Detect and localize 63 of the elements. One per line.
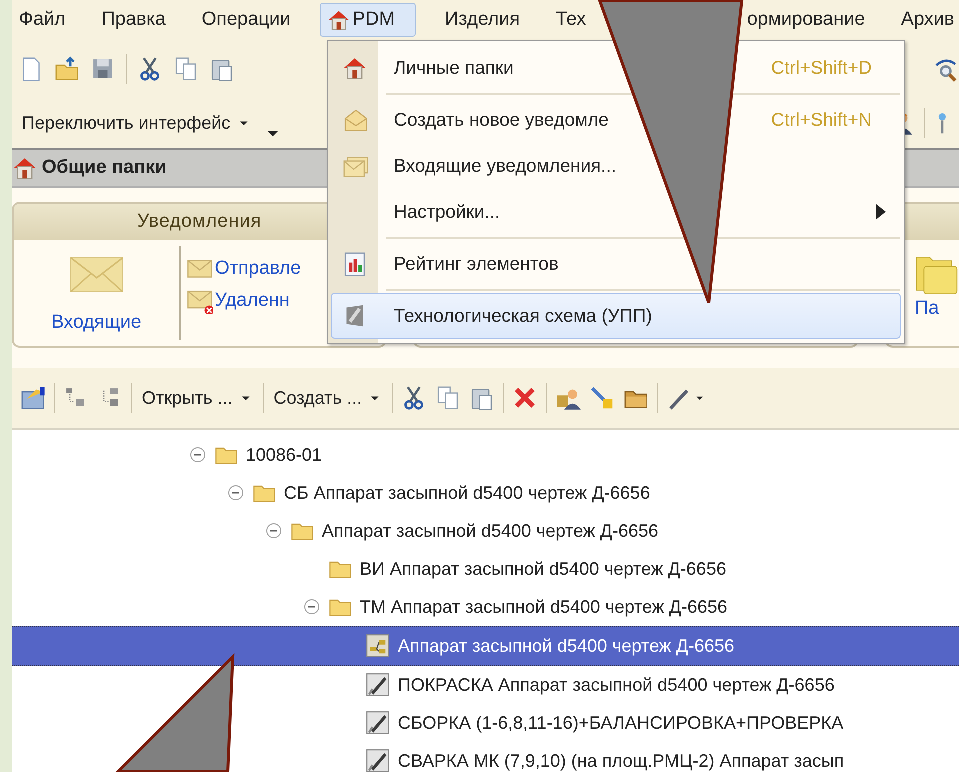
menu-item[interactable]: Архив [894,4,959,36]
tree-label: ВИ Аппарат засыпной d5400 чертеж Д-6656 [360,558,726,580]
menu-label: Входящие уведомления... [393,155,618,177]
chart-icon [342,251,368,277]
menu-label: Технологическая схема (УПП) [393,305,654,327]
menu-item[interactable]: Рейтинг элементов [331,241,901,287]
tree-row[interactable]: ПОКРАСКА Аппарат засыпной d5400 чертеж Д-6656 [12,666,959,704]
tree-label: СБ Аппарат засыпной d5400 чертеж Д-6656 [284,482,650,504]
tree-label: Аппарат засыпной d5400 чертеж Д-6656 [398,636,735,656]
inbox-link[interactable]: Входящие [51,312,142,334]
collapse-icon[interactable] [190,447,206,463]
collapse-icon[interactable] [228,485,244,501]
wand-icon[interactable] [589,385,616,411]
tree-label: ТМ Аппарат засыпной d5400 чертеж Д-6656 [360,596,728,618]
menu-item[interactable]: PDM [320,3,416,37]
deleted-mail-icon [187,288,213,314]
menu-item[interactable]: Создать новое уведомле Ctrl+Shift+N [331,97,901,143]
tree-label: ПОКРАСКА Аппарат засыпной d5400 чертеж Д-6656 [398,674,835,696]
folder-link[interactable]: Удаленн [215,290,290,312]
tree-row[interactable]: ТМ Аппарат засыпной d5400 чертеж Д-6656 [12,588,959,626]
menu-item[interactable]: ормирование [740,4,872,36]
menu-item[interactable]: Личные папки Ctrl+Shift+D [331,45,901,91]
menu-item[interactable]: Технологическая схема (УПП) [331,293,901,339]
menu-item[interactable]: Правка [94,4,173,36]
tree-row[interactable]: СВАРКА МК (7,9,10) (на площ.РМЦ-2) Аппарат засып [12,742,959,772]
menu-label: Настройки... [393,201,502,223]
tree-label: СВАРКА МК (7,9,10) (на площ.РМЦ-2) Аппарат засып [398,750,844,772]
tree-row[interactable]: 10086-01 [12,436,959,474]
menu-item[interactable]: Файл [12,4,73,36]
scheme-icon [366,634,390,658]
submenu-arrow-icon [876,204,886,220]
properties-icon[interactable] [20,385,46,411]
menu-item[interactable]: Изделия [438,4,527,36]
collapse-icon[interactable] [266,523,282,539]
window-title: Общие папки [42,157,167,179]
menu-item[interactable]: Тех [549,4,594,36]
pen-icon [366,673,390,697]
shortcut-label: Ctrl+Shift+N [771,109,873,131]
tree-row[interactable]: ВИ Аппарат засыпной d5400 чертеж Д-6656 [12,550,959,588]
pen-icon [366,711,390,735]
menu-item[interactable]: Входящие уведомления... [331,143,901,189]
folder-link[interactable]: Отправле [215,258,302,280]
menu-item[interactable]: Операции [194,4,298,36]
tree-label: 10086-01 [246,444,322,466]
envelope-icon [342,107,368,133]
pen-icon [366,749,390,772]
open-folder-icon[interactable] [54,56,80,82]
tree-label: СБОРКА (1-6,8,11-16)+БАЛАНСИРОВКА+ПРОВЕРКА [398,712,844,734]
open-button[interactable]: Открыть ... [140,386,255,410]
collapse-icon[interactable] [304,599,320,615]
menu-label: Рейтинг элементов [393,253,560,275]
tree-row[interactable]: СБОРКА (1-6,8,11-16)+БАЛАНСИРОВКА+ПРОВЕРКА [12,704,959,742]
create-button[interactable]: Создать ... [272,386,384,410]
tree-row[interactable]: Аппарат засыпной d5400 чертеж Д-6656 [12,626,959,666]
tree-label: Аппарат засыпной d5400 чертеж Д-6656 [322,520,659,542]
menu-label: Личные папки [393,57,515,79]
copy-icon[interactable] [173,56,199,82]
shortcut-label: Ctrl+Shift+D [771,57,873,79]
folders-link[interactable]: Па [915,298,959,320]
interface-switch-button[interactable]: Переключить интерфейс [18,108,255,138]
menu-label: Создать новое уведомле [393,109,610,131]
tree-row[interactable]: Аппарат засыпной d5400 чертеж Д-6656 [12,512,959,550]
tree-row[interactable]: СБ Аппарат засыпной d5400 чертеж Д-6656 [12,474,959,512]
